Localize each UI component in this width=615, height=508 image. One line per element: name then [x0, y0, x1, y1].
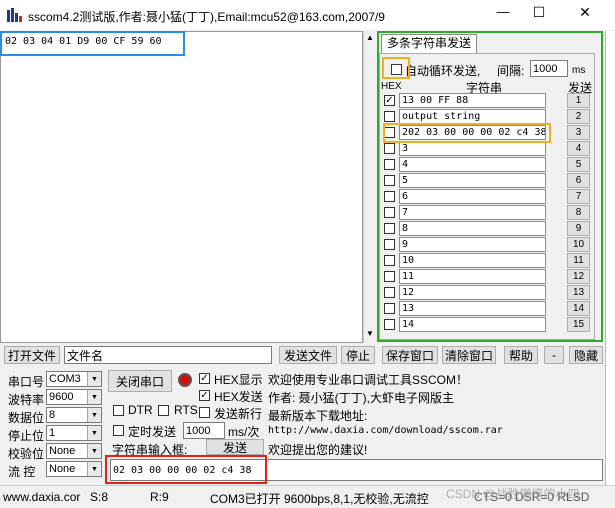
data-bits-value: 8	[49, 409, 56, 421]
port-value: COM3	[49, 373, 81, 385]
status-bar: www.daxia.cor S:8 R:9 COM3已打开 9600bps,8,…	[0, 485, 615, 508]
send-button[interactable]: 发送	[206, 439, 264, 455]
info-line-1: 欢迎使用专业串口调试工具SSCOM！	[268, 373, 469, 387]
info-line-3: 最新版本下载地址:	[268, 409, 368, 423]
background-window-edge	[605, 31, 615, 501]
send-newline-label: 发送新行	[214, 407, 263, 421]
window-title: sscom4.2测试版,作者:聂小猛(丁丁),Email:mcu52@163.c…	[28, 10, 385, 24]
status-com-info: COM3已打开 9600bps,8,1,无校验,无流控	[210, 492, 429, 506]
timed-interval-input[interactable]: 1000	[183, 422, 225, 439]
maximize-button[interactable]: ☐	[524, 4, 554, 26]
timed-send-checkbox[interactable]	[113, 425, 124, 436]
stop-bits-select[interactable]: 1 ▼	[46, 425, 102, 441]
app-icon	[7, 8, 23, 22]
save-window-button[interactable]: 保存窗口	[382, 346, 438, 364]
multi-panel-highlight	[377, 31, 603, 342]
baud-label: 波特率	[8, 393, 45, 407]
status-received-count: R:9	[150, 490, 169, 504]
send-input-highlight	[105, 455, 267, 484]
rts-label: RTS	[174, 403, 198, 417]
dtr-checkbox[interactable]	[113, 405, 124, 416]
port-status-led-icon	[178, 373, 192, 387]
stop-bits-value: 1	[49, 427, 56, 439]
dtr-label: DTR	[128, 403, 153, 417]
receive-highlight	[0, 31, 185, 56]
hide-button[interactable]: 隐藏	[569, 346, 603, 364]
close-port-button[interactable]: 关闭串口	[108, 370, 172, 392]
parity-label: 校验位	[8, 447, 45, 461]
minus-button[interactable]: -	[544, 346, 564, 364]
port-label: 串口号	[8, 375, 45, 389]
info-panel: 欢迎使用专业串口调试工具SSCOM！ 作者: 聂小猛(丁丁),大虾电子网版主 最…	[266, 369, 603, 457]
open-file-button[interactable]: 打开文件	[4, 346, 60, 364]
receive-textarea[interactable]: 02 03 04 01 D9 00 CF 59 60	[0, 31, 363, 343]
chevron-down-icon: ▼	[87, 408, 101, 422]
parity-value: None	[49, 445, 76, 457]
chevron-down-icon: ▼	[87, 390, 101, 404]
close-button[interactable]: ✕	[570, 4, 600, 26]
chevron-down-icon: ▼	[87, 462, 101, 476]
timed-send-label: 定时发送	[128, 425, 177, 439]
help-button[interactable]: 帮助	[504, 346, 538, 364]
timed-unit-label: ms/次	[228, 425, 260, 439]
hex-display-checkbox[interactable]: ✓	[199, 373, 210, 384]
status-url[interactable]: www.daxia.cor	[3, 490, 80, 504]
chevron-down-icon: ▼	[87, 426, 101, 440]
stop-bits-label: 停止位	[8, 429, 45, 443]
receive-scrollbar[interactable]: ▲ ▼	[363, 31, 377, 343]
flow-value: None	[49, 463, 76, 475]
flow-label: 流 控	[8, 465, 36, 479]
flow-select[interactable]: None ▼	[46, 461, 102, 477]
clear-window-button[interactable]: 清除窗口	[442, 346, 496, 364]
info-line-5: 欢迎提出您的建议!	[268, 443, 368, 457]
info-line-2: 作者: 聂小猛(丁丁),大虾电子网版主	[268, 391, 454, 405]
status-sent-count: S:8	[90, 490, 109, 504]
scroll-up-icon[interactable]: ▲	[366, 33, 374, 42]
parity-select[interactable]: None ▼	[46, 443, 102, 459]
stop-button[interactable]: 停止	[341, 346, 375, 364]
send-file-button[interactable]: 发送文件	[279, 346, 337, 364]
baud-select[interactable]: 9600 ▼	[46, 389, 102, 405]
hex-display-label: HEX显示	[214, 373, 263, 387]
data-bits-select[interactable]: 8 ▼	[46, 407, 102, 423]
title-bar: sscom4.2测试版,作者:聂小猛(丁丁),Email:mcu52@163.c…	[0, 0, 615, 30]
baud-value: 9600	[49, 391, 74, 403]
send-newline-checkbox[interactable]	[199, 407, 210, 418]
info-line-4: http://www.daxia.com/download/sscom.rar	[268, 425, 503, 436]
port-select[interactable]: COM3 ▼	[46, 371, 102, 387]
hex-send-checkbox[interactable]: ✓	[199, 390, 210, 401]
file-name-input[interactable]: 文件名	[64, 346, 272, 364]
hex-send-label: HEX发送	[214, 390, 263, 404]
chevron-down-icon: ▼	[87, 444, 101, 458]
rts-checkbox[interactable]	[158, 405, 169, 416]
data-bits-label: 数据位	[8, 411, 45, 425]
minimize-button[interactable]: —	[488, 4, 518, 26]
watermark-text: CSDN @战胜懒惰的小四	[446, 487, 580, 501]
scroll-down-icon[interactable]: ▼	[366, 329, 374, 338]
chevron-down-icon: ▼	[87, 372, 101, 386]
